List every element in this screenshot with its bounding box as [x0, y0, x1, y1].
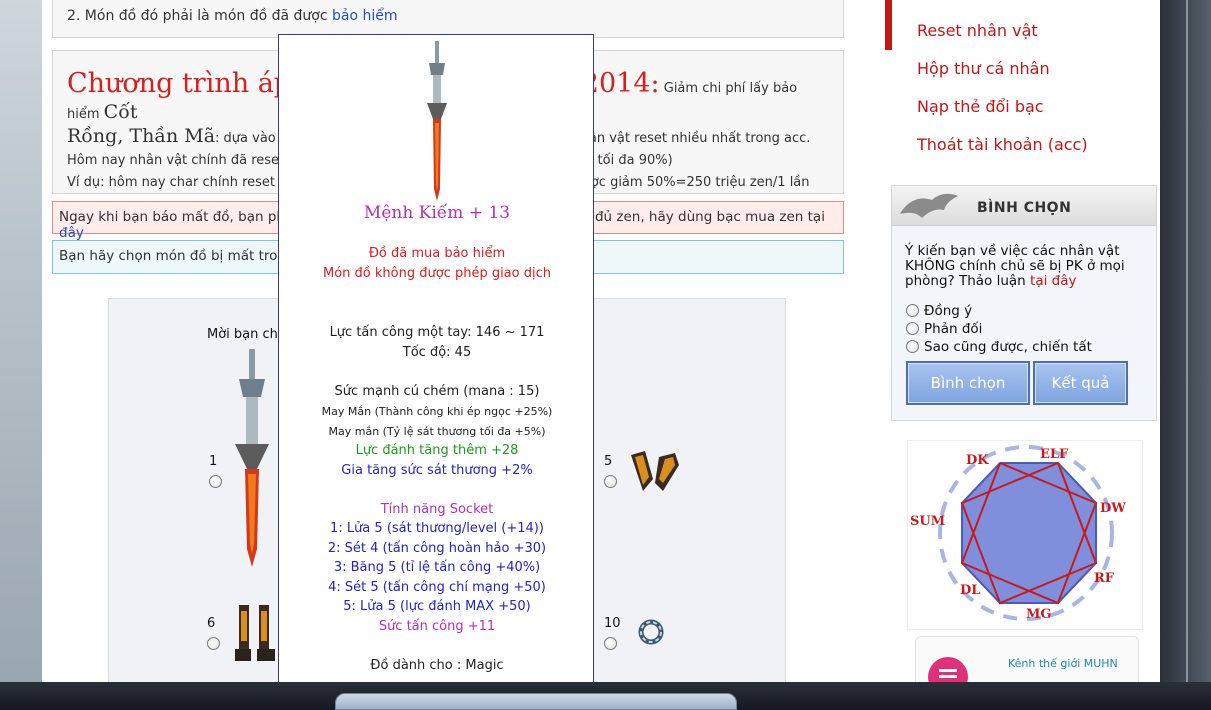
poll-question: Ý kiến bạn về việc các nhân vật KHÔNG ch…	[905, 243, 1125, 289]
menu-reset-character[interactable]: Reset nhân vật	[917, 21, 1038, 40]
slot-10-radio[interactable]	[604, 637, 617, 650]
ring-item-icon[interactable]	[635, 617, 667, 647]
poll-radio[interactable]	[906, 322, 919, 335]
results-button[interactable]: Kết quả	[1033, 361, 1128, 405]
tooltip-speed: Tốc độ: 45	[402, 345, 472, 360]
class-label-sum: SUM	[910, 514, 946, 529]
poll-title: BÌNH CHỌN	[977, 200, 1072, 216]
class-label-dk: DK	[966, 453, 989, 468]
class-diagram-graphic	[938, 445, 1114, 621]
rules-box: 2. Món đồ đó phải là món đồ đã được bảo …	[52, 0, 844, 38]
class-label-dw: DW	[1100, 501, 1126, 516]
slot-number: 6	[207, 616, 216, 631]
slot-1-radio[interactable]	[209, 475, 222, 488]
dragon-icon	[900, 193, 958, 218]
tooltip-luck-1: May Mắn (Thành công khi ép ngọc +25%)	[321, 405, 553, 418]
poll-panel: BÌNH CHỌN Ý kiến bạn về việc các nhân vậ…	[891, 185, 1157, 421]
insurance-link[interactable]: bảo hiểm	[332, 8, 398, 24]
poll-option-disagree[interactable]: Phản đối	[906, 321, 982, 337]
poll-header: BÌNH CHỌN	[892, 186, 1156, 226]
world-channel-label: Kênh thế giới MUHN	[1008, 657, 1118, 670]
world-channel-panel: Kênh thế giới MUHN	[915, 636, 1139, 689]
tooltip-socket-2: 2: Sét 4 (tấn công hoàn hảo +30)	[327, 541, 547, 556]
tooltip-skill: Sức mạnh cú chém (mana : 15)	[334, 384, 540, 399]
slot-6-radio[interactable]	[207, 637, 220, 650]
tooltip-socket-1: 1: Lửa 5 (sát thương/level (+14))	[330, 521, 544, 536]
poll-radio[interactable]	[906, 340, 919, 353]
tooltip-luck-2: May mắn (Tỷ lệ sát thương tối đa +5%)	[328, 425, 546, 438]
tooltip-socket-4: 4: Sét 5 (tấn công chí mạng +50)	[328, 580, 546, 595]
tooltip-bonus-attack: Lực đánh tăng thêm +28	[355, 443, 519, 458]
tooltip-socket-bonus: Sức tấn công +11	[378, 619, 496, 634]
poll-radio[interactable]	[906, 304, 919, 317]
tooltip-attack: Lực tấn công một tay: 146 ~ 171	[329, 325, 545, 340]
gloves-item-icon[interactable]	[627, 449, 683, 493]
boots-item-icon[interactable]	[233, 601, 277, 665]
tooltip-item-name: Mệnh Kiếm + 13	[363, 203, 511, 223]
image-viewer-toolbar[interactable]	[335, 693, 737, 710]
poll-option-agree[interactable]: Đồng ý	[906, 303, 972, 319]
tooltip-insured: Đồ đã mua bảo hiểm	[368, 246, 506, 261]
desktop-background-right	[1160, 0, 1211, 682]
tooltip-bonus-damage: Gia tăng sức sát thương +2%	[341, 463, 533, 478]
class-diagram: DK ELF DW RF MG DL SUM	[907, 440, 1143, 630]
menu-accent-bar	[885, 0, 892, 50]
sword-item-icon[interactable]	[227, 349, 277, 569]
poll-discussion-link[interactable]: tại đây	[1030, 273, 1076, 289]
tooltip-sword-icon	[427, 41, 447, 201]
slot-number: 5	[604, 454, 613, 469]
item-tooltip: Mệnh Kiếm + 13 Đồ đã mua bảo hiểm Món đồ…	[278, 34, 594, 694]
buy-zen-link[interactable]: đây	[59, 225, 84, 241]
tooltip-socket-title: Tính năng Socket	[380, 502, 494, 517]
poll-option-any[interactable]: Sao cũng được, chiến tất	[906, 339, 1092, 355]
menu-topup-card[interactable]: Nạp thẻ đổi bạc	[917, 97, 1044, 116]
tooltip-for-class: Đồ dành cho : Magic	[370, 658, 504, 673]
vote-button[interactable]: Bình chọn	[906, 361, 1030, 405]
slot-5-radio[interactable]	[604, 475, 617, 488]
tooltip-socket-3: 3: Băng 5 (tỉ lệ tấn công +40%)	[333, 560, 541, 575]
class-label-dl: DL	[960, 583, 981, 598]
slot-number: 10	[604, 616, 621, 631]
desktop-background-left	[0, 0, 42, 682]
class-label-rf: RF	[1094, 571, 1115, 586]
tooltip-socket-5: 5: Lửa 5 (lực đánh MAX +50)	[343, 599, 531, 614]
slot-number: 1	[209, 454, 218, 469]
class-label-elf: ELF	[1040, 447, 1069, 462]
menu-personal-mailbox[interactable]: Hộp thư cá nhân	[917, 59, 1050, 78]
tooltip-no-trade: Món đồ không được phép giao dịch	[323, 266, 551, 281]
sidebar: Reset nhân vật Hộp thư cá nhân Nạp thẻ đ…	[885, 0, 1160, 689]
class-label-mg: MG	[1026, 607, 1052, 622]
menu-logout[interactable]: Thoát tài khoản (acc)	[917, 135, 1088, 154]
rules-line-2: 2. Món đồ đó phải là món đồ đã được bảo …	[67, 8, 398, 24]
